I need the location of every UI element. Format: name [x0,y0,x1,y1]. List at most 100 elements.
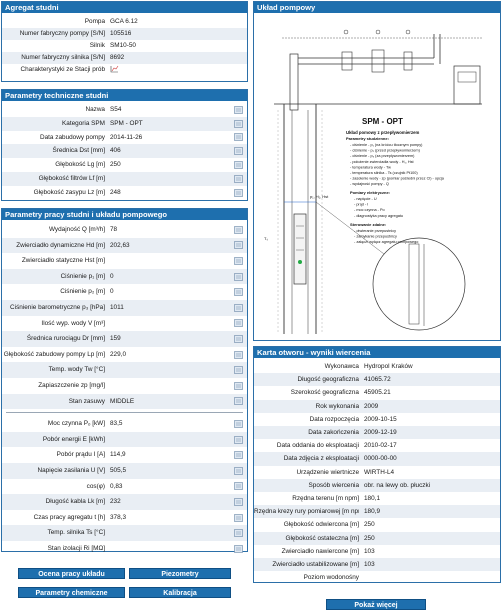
edit-icon[interactable] [234,257,243,265]
field-label: Pobór energii E [kWh] [42,435,105,443]
field-row: Moc czynna Pₒ [kW] 83,5 [2,416,247,432]
field-row: Ilość wyp. wody V [m³] [2,316,247,332]
edit-icon[interactable] [234,381,243,390]
field-row: Data rozpoczęcia 2009-10-15 [254,413,500,426]
field-value: S54 [110,106,122,113]
edit-icon[interactable] [234,147,243,156]
edit-icon[interactable] [234,161,243,169]
field-row: Temp. wody Tw [°C] [2,362,247,378]
field-value: GCA 6.12 [110,18,138,25]
edit-icon[interactable] [234,106,243,114]
field-label: Urządzenie wiertnicze [296,468,359,476]
edit-icon[interactable] [234,350,243,359]
field-label: Średnica Dst [mm] [52,147,105,155]
edit-icon[interactable] [234,397,243,406]
field-row: Średnica Dst [mm] 406 [2,144,247,159]
edit-icon[interactable] [234,482,243,491]
field-value: 232 [110,498,121,506]
field-label: Głębokość zabudowy pompy Lp [m] [3,350,105,358]
pokaz-wiecej-button[interactable]: Pokaż więcej [326,599,426,610]
field-value: 180,1 [364,495,380,502]
edit-icon[interactable] [234,466,243,475]
field-value: 250 [110,161,121,169]
piezometry-button[interactable]: Piezometry [129,568,231,579]
edit-icon[interactable] [234,119,243,128]
field-label: Pompa [84,18,105,25]
field-label: Data zabudowy pompy [39,133,105,141]
field-value: 114,9 [110,451,126,459]
field-row: Wykonawca Hydropol Kraków [254,360,500,373]
edit-icon[interactable] [234,188,243,197]
edit-icon[interactable] [234,513,243,522]
pump-system-diagram: SPM - OPT Układ pomowy z przepływomierze… [264,29,482,334]
field-label: Temp. wody Tw [°C] [48,366,105,374]
field-row: Czas pracy agregatu t [h] 378,3 [2,510,247,526]
field-label: Silnik [89,42,105,49]
field-label: Głębokość filtrów Lf [m] [38,175,105,182]
field-row: Ciśnienie p₁ [m] 0 [2,268,247,285]
field-label: Pobór prądu I [A] [56,451,105,459]
edit-icon[interactable] [234,529,243,537]
edit-icon[interactable] [234,420,243,428]
panel-agregat: Agregat studni Pompa GCA 6.12 Numer fabryc… [1,1,248,82]
edit-icon[interactable] [234,225,243,234]
field-label: Moc czynna Pₒ [kW] [47,420,105,428]
field-value: 2009 [364,402,379,410]
edit-icon[interactable] [234,498,243,506]
field-row: Zwierciadło statyczne Hst [m] [2,253,247,269]
field-label: Głębokość Lg [m] [55,161,105,169]
edit-icon[interactable] [234,241,243,250]
field-label: Kategoria SPM [62,119,105,127]
edit-icon[interactable] [234,272,243,281]
field-row: Średnica rurociągu Dr [mm] 159 [2,331,247,347]
field-row: Ciśnienie barometryczne p₃ [hPa] 1011 [2,300,247,316]
field-value: MIDDLE [110,397,135,405]
field-row: Charakterystyki ze Stacji prób [2,64,247,76]
ocena-pracy-button[interactable]: Ocena pracy układu [18,568,125,579]
field-row: Temp. silnika Ts [°C] [2,525,247,541]
field-value: 0 [110,272,114,280]
panel-title: Parametry techniczne studni [2,90,247,102]
label-p1: p₁, H₁, Hst [310,194,329,199]
legend-item: - napięcie - U [354,197,377,201]
field-value: 0000-00-00 [364,455,397,463]
field-label: Rok wykonania [315,402,359,410]
edit-icon[interactable] [234,335,243,343]
legend-item: - ciśnienie - p₁ (na króćcu tłocznym pom… [350,143,423,147]
field-value: 8692 [110,54,125,61]
edit-icon[interactable] [234,303,243,312]
field-row: Rzędna krezy rury pomiarowej [m npm] 180,… [254,505,500,519]
edit-icon[interactable] [234,175,243,183]
field-row: Rzędna terenu [m npm] 180,1 [254,492,500,505]
field-row: Rok wykonania 2009 [254,399,500,413]
edit-icon[interactable] [234,133,243,142]
field-row: Silnik SM10-50 [2,40,247,52]
field-value: WIRTH-L4 [364,468,395,476]
field-row: Data zakończenia 2009-12-19 [254,426,500,440]
field-value: 159 [110,335,121,343]
edit-icon[interactable] [234,366,243,374]
field-value: 2009-10-15 [364,415,397,423]
edit-icon[interactable] [234,288,243,296]
field-value: 406 [110,147,121,155]
edit-icon[interactable] [234,319,243,328]
edit-icon[interactable] [234,435,243,444]
edit-icon[interactable] [234,451,243,459]
field-row: Napięcie zasilania U [V] 505,5 [2,463,247,479]
field-label: Napięcie zasilania U [V] [37,467,106,474]
field-label: Numer fabryczny silnika [S/N] [21,54,105,61]
field-row: Data zabudowy pompy 2014-11-26 [2,131,247,145]
field-value: 202,63 [110,241,130,249]
chart-icon[interactable] [110,65,119,75]
field-label: Data zakończenia [308,429,359,436]
sterowanie-head: Sterowanie zdalne: [350,222,386,227]
field-label: Ciśnienie p₂ [m] [60,288,105,296]
parametry-chemiczne-button[interactable]: Parametry chemiczne [18,587,125,598]
field-label: Charakterystyki ze Stacji prób [20,66,105,73]
panel-uklad-pompowy: Układ pompowy SPM - OPT Układ pomowy z p… [253,1,501,341]
field-label: Czas pracy agregatu t [h] [33,513,105,521]
legend-item: - położenie zwierciadła wody - H₁, Hst [350,160,414,164]
field-label: Stan izolacji Ri [MΩ] [47,545,105,552]
kalibracja-button[interactable]: Kalibracja [129,587,231,598]
edit-icon[interactable] [234,544,243,553]
